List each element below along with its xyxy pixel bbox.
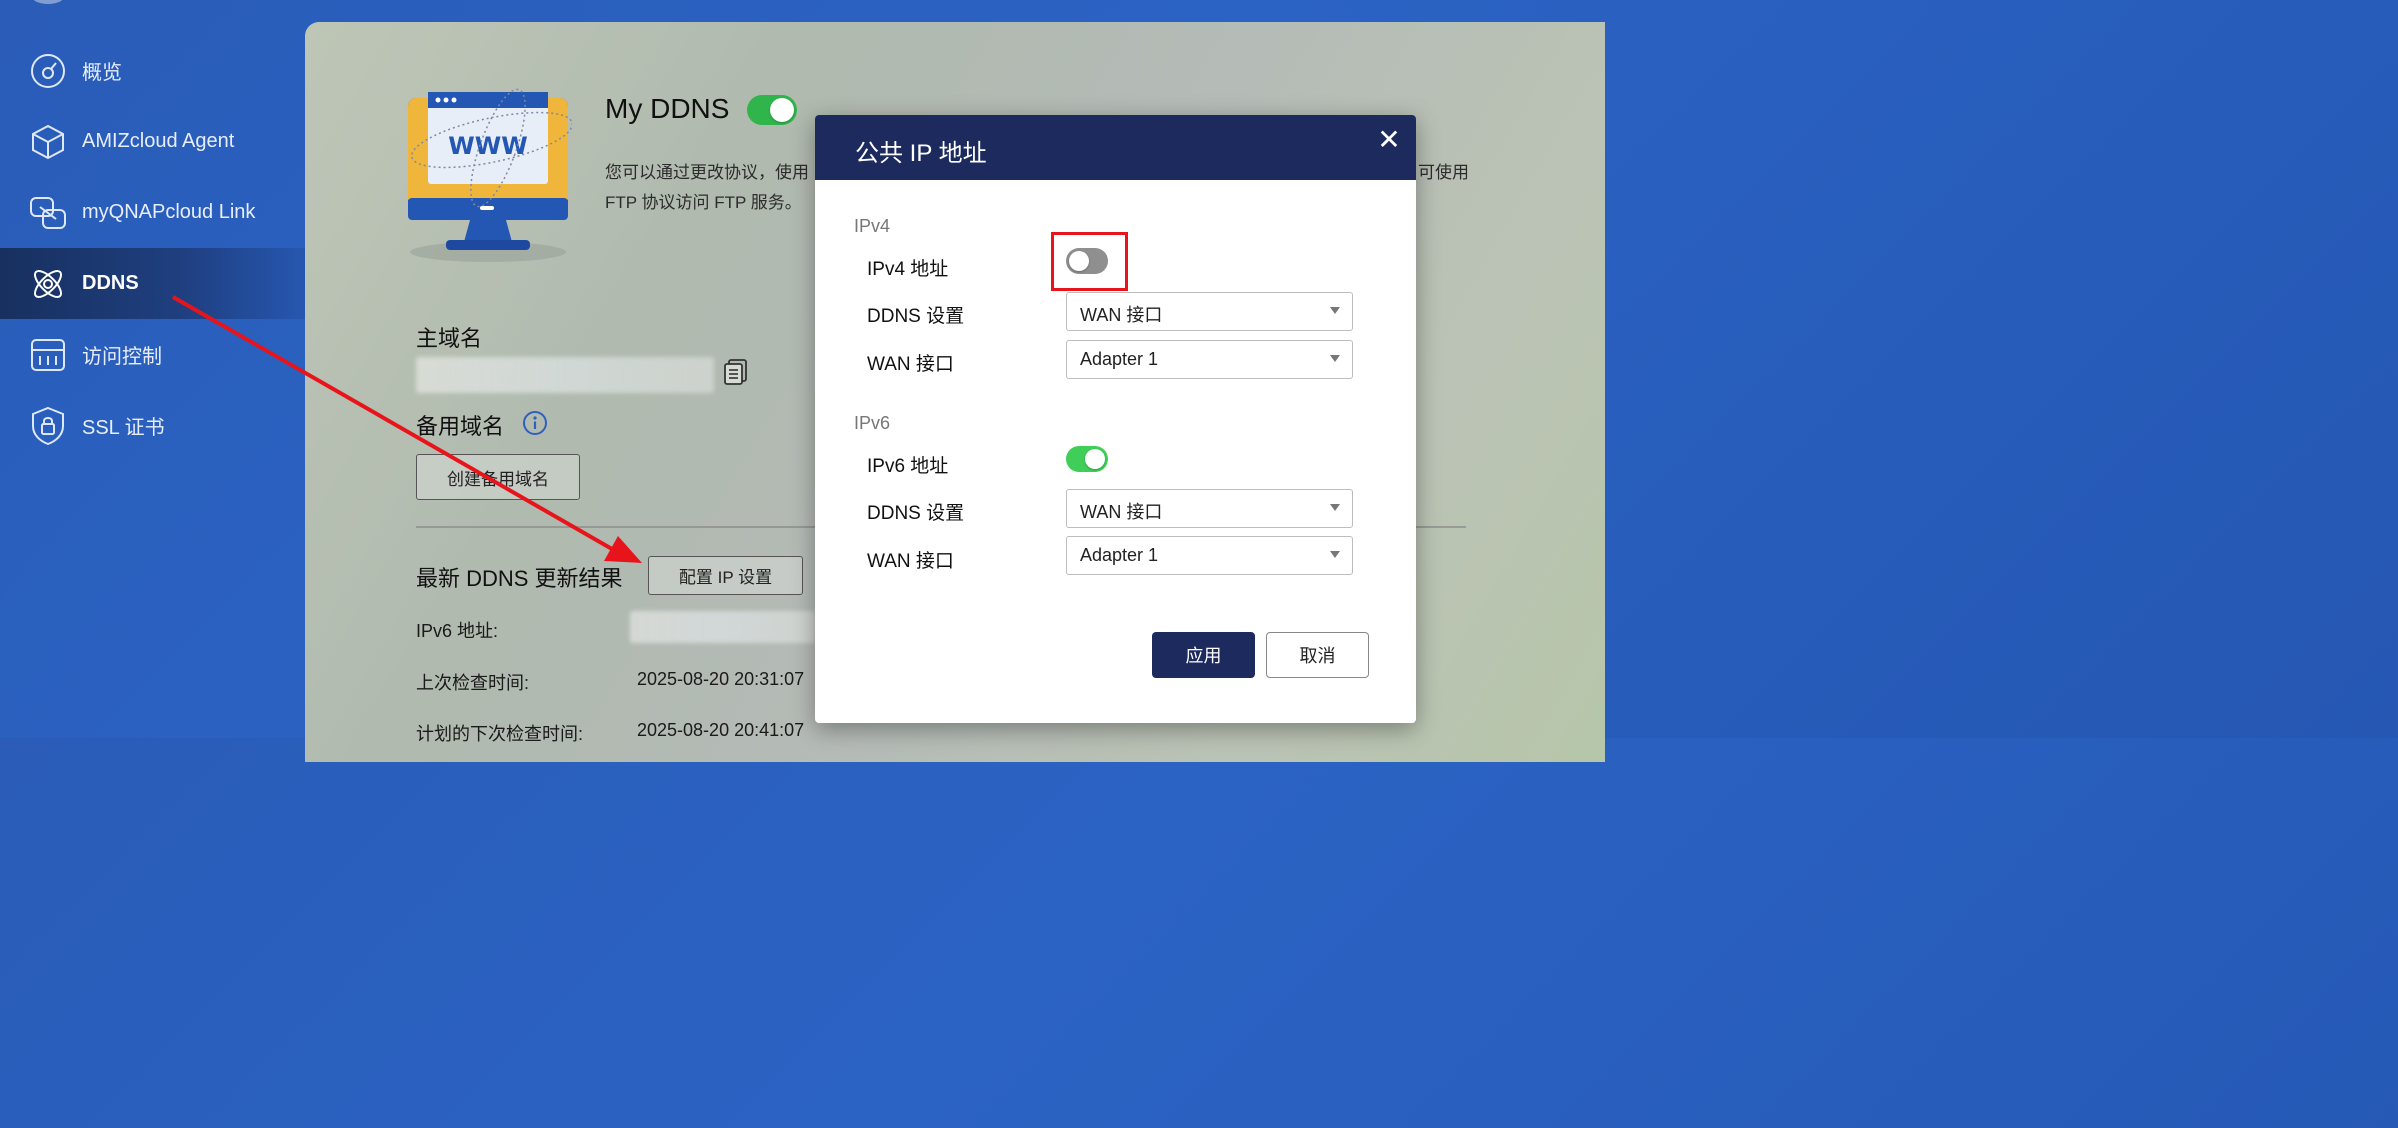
sidebar: 概览 AMIZcloud Agent myQNAPcloud Link DDNS… bbox=[0, 35, 305, 461]
description-text-line2: FTP 协议访问 FTP 服务。 bbox=[605, 193, 802, 212]
create-backup-domain-button[interactable]: 创建备用域名 bbox=[416, 454, 580, 500]
lock-shield-icon bbox=[28, 406, 68, 446]
ipv6-address-value bbox=[630, 611, 815, 643]
sidebar-item-label: DDNS bbox=[82, 272, 139, 294]
next-check-label: 计划的下次检查时间: bbox=[416, 724, 584, 744]
results-title: 最新 DDNS 更新结果 bbox=[416, 566, 623, 591]
ipv6-address-label: IPv6 地址 bbox=[867, 456, 949, 477]
apply-button[interactable]: 应用 bbox=[1152, 632, 1255, 678]
cancel-button[interactable]: 取消 bbox=[1266, 632, 1369, 678]
close-icon[interactable]: ✕ bbox=[1376, 126, 1402, 154]
sidebar-item-ddns[interactable]: DDNS bbox=[0, 248, 305, 319]
sidebar-item-label: myQNAPcloud Link bbox=[82, 201, 256, 223]
sidebar-item-label: SSL 证书 bbox=[82, 417, 165, 439]
public-ip-dialog: 公共 IP 地址 ✕ IPv4 IPv4 地址 DDNS 设置 WAN 接口 W… bbox=[815, 115, 1416, 723]
backup-domain-label: 备用域名 bbox=[416, 414, 505, 439]
page-title: My DDNS bbox=[605, 93, 730, 124]
sidebar-item-amizcloud[interactable]: AMIZcloud Agent bbox=[0, 106, 305, 177]
ipv6-wan-label: WAN 接口 bbox=[867, 551, 954, 572]
chevron-down-icon bbox=[1330, 307, 1340, 314]
description-text: 您可以通过更改协议，使用 bbox=[605, 163, 809, 182]
ddns-monitor-illustration: WWW bbox=[408, 88, 572, 262]
sidebar-item-label: 概览 bbox=[82, 62, 122, 84]
ipv6-ddns-select[interactable]: WAN 接口 bbox=[1066, 489, 1353, 528]
toggle-knob bbox=[1085, 449, 1105, 469]
ipv4-wan-label: WAN 接口 bbox=[867, 354, 954, 375]
cube-icon bbox=[28, 122, 68, 162]
ipv6-address-label: IPv6 地址: bbox=[416, 621, 499, 641]
user-avatar[interactable] bbox=[30, 0, 66, 4]
last-check-label: 上次检查时间: bbox=[416, 673, 530, 693]
select-value: WAN 接口 bbox=[1080, 502, 1163, 522]
select-value: Adapter 1 bbox=[1080, 545, 1159, 565]
sidebar-item-label: 访问控制 bbox=[82, 346, 162, 368]
primary-domain-label: 主域名 bbox=[416, 326, 483, 351]
ipv6-address-toggle[interactable] bbox=[1066, 446, 1108, 472]
sidebar-item-label: AMIZcloud Agent bbox=[82, 130, 235, 152]
access-control-icon bbox=[28, 335, 68, 375]
toggle-knob bbox=[770, 98, 794, 122]
link-icon bbox=[28, 193, 68, 233]
sidebar-item-access-control[interactable]: 访问控制 bbox=[0, 319, 305, 390]
select-value: Adapter 1 bbox=[1080, 349, 1159, 369]
chevron-down-icon bbox=[1330, 355, 1340, 362]
primary-domain-value bbox=[416, 357, 714, 393]
ipv4-group-label: IPv4 bbox=[854, 216, 891, 236]
select-value: WAN 接口 bbox=[1080, 305, 1163, 325]
ipv4-ddns-label: DDNS 设置 bbox=[867, 306, 965, 327]
last-check-value: 2025-08-20 20:31:07 bbox=[637, 669, 805, 689]
next-check-value: 2025-08-20 20:41:07 bbox=[637, 720, 805, 740]
dialog-title: 公共 IP 地址 bbox=[855, 140, 987, 167]
ipv6-wan-select[interactable]: Adapter 1 bbox=[1066, 536, 1353, 575]
ddns-enable-toggle[interactable] bbox=[747, 95, 797, 125]
copy-icon[interactable] bbox=[723, 358, 749, 391]
highlight-box bbox=[1051, 232, 1128, 291]
chevron-down-icon bbox=[1330, 504, 1340, 511]
ipv6-ddns-label: DDNS 设置 bbox=[867, 503, 965, 524]
sidebar-item-ssl[interactable]: SSL 证书 bbox=[0, 390, 305, 461]
ipv4-ddns-select[interactable]: WAN 接口 bbox=[1066, 292, 1353, 331]
dialog-header: 公共 IP 地址 ✕ bbox=[815, 115, 1416, 180]
ipv6-group-label: IPv6 bbox=[854, 413, 891, 433]
gauge-icon bbox=[28, 51, 68, 91]
sidebar-item-myqnapcloud-link[interactable]: myQNAPcloud Link bbox=[0, 177, 305, 248]
svg-text:WWW: WWW bbox=[448, 132, 527, 160]
description-text-tail: 可使用 bbox=[1418, 163, 1469, 182]
info-icon[interactable] bbox=[522, 410, 548, 441]
chevron-down-icon bbox=[1330, 551, 1340, 558]
configure-ip-button[interactable]: 配置 IP 设置 bbox=[648, 556, 803, 595]
atom-icon bbox=[28, 264, 68, 304]
sidebar-item-overview[interactable]: 概览 bbox=[0, 35, 305, 106]
ipv4-wan-select[interactable]: Adapter 1 bbox=[1066, 340, 1353, 379]
ipv4-address-label: IPv4 地址 bbox=[867, 259, 949, 280]
